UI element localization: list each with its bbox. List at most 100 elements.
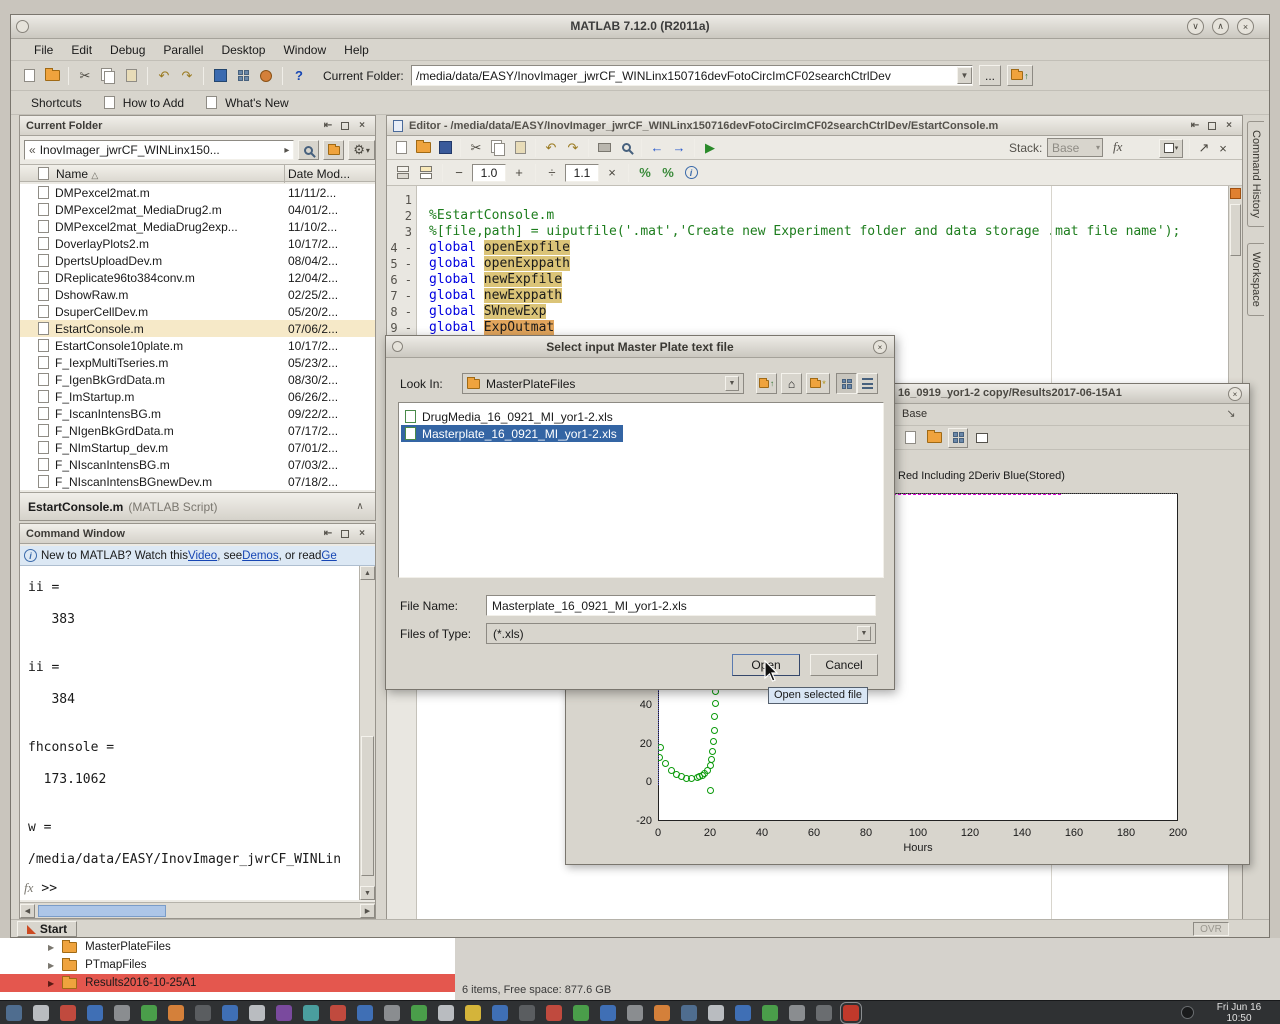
code-line[interactable]: [429, 192, 1228, 208]
code-line[interactable]: global openExpfile: [429, 240, 1228, 256]
menu-desktop[interactable]: Desktop: [212, 39, 274, 60]
new-document-button[interactable]: [391, 138, 411, 158]
tray-icon[interactable]: [1181, 1006, 1194, 1019]
shortcut-how-to-add[interactable]: How to Add: [123, 96, 184, 110]
search-button[interactable]: [298, 140, 319, 160]
code-line[interactable]: %EstartConsole.m: [429, 208, 1228, 224]
file-row[interactable]: DsuperCellDev.m05/20/2...: [20, 303, 375, 320]
cell-divider-icon[interactable]: [416, 163, 436, 183]
back-button[interactable]: ←: [647, 138, 667, 158]
evaluate-cell-icon[interactable]: %: [658, 163, 678, 183]
scrollbar-thumb[interactable]: [361, 736, 374, 876]
new-script-button[interactable]: [19, 66, 39, 86]
taskbar-icon[interactable]: [303, 1005, 319, 1021]
expand-triangle-icon[interactable]: ▶: [48, 943, 54, 952]
shortcuts-label[interactable]: Shortcuts: [31, 96, 82, 110]
code-line[interactable]: %[file,path] = uiputfile('.mat','Create …: [429, 224, 1228, 240]
file-row[interactable]: DshowRaw.m02/25/2...: [20, 286, 375, 303]
dialog-file-list[interactable]: DrugMedia_16_0921_MI_yor1-2.xlsMasterpla…: [398, 402, 884, 578]
dock-figure-icon[interactable]: ↘: [1224, 407, 1238, 420]
taskbar-icon[interactable]: [546, 1005, 562, 1021]
video-link[interactable]: Video: [188, 550, 217, 562]
layout-button[interactable]: ▾: [1159, 139, 1183, 158]
subplot-grid-icon[interactable]: [948, 428, 968, 448]
multiply-value-button[interactable]: ×: [602, 163, 622, 183]
matlab-titlebar[interactable]: MATLAB 7.12.0 (R2011a) ∨ ∧ ×: [11, 15, 1269, 39]
cell-value-field-2[interactable]: 1.1: [565, 164, 599, 182]
taskbar-icon[interactable]: [708, 1005, 724, 1021]
file-row[interactable]: F_NIscanIntensBG.m07/03/2...: [20, 456, 375, 473]
file-row[interactable]: F_IexpMultiTseries.m05/23/2...: [20, 354, 375, 371]
home-button[interactable]: ⌂: [781, 373, 802, 394]
paste-button[interactable]: [121, 66, 141, 86]
dock-left-icon[interactable]: ⇤: [321, 120, 335, 131]
file-row[interactable]: EstartConsole10plate.m10/17/2...: [20, 337, 375, 354]
taskbar-icon[interactable]: [168, 1005, 184, 1021]
fm-folder-row[interactable]: ▶MasterPlateFiles: [0, 938, 455, 956]
paste-button[interactable]: [510, 138, 530, 158]
look-in-dropdown-arrow[interactable]: ▼: [725, 376, 739, 391]
taskbar-icon[interactable]: [87, 1005, 103, 1021]
copy-button[interactable]: [488, 138, 508, 158]
open-file-button[interactable]: [42, 66, 62, 86]
close-panel-icon[interactable]: ×: [1222, 120, 1236, 131]
dock-left-icon[interactable]: ⇤: [1188, 120, 1202, 131]
column-divider[interactable]: [284, 165, 285, 183]
decrease-value-button[interactable]: −: [449, 163, 469, 183]
file-row[interactable]: F_NImStartup_dev.m07/01/2...: [20, 439, 375, 456]
date-column-header[interactable]: Date Mod...: [288, 167, 350, 181]
profiler-button[interactable]: [256, 66, 276, 86]
mlint-indicator[interactable]: [1230, 188, 1241, 199]
run-button[interactable]: ▶: [700, 138, 720, 158]
name-column-header[interactable]: Name △: [56, 167, 98, 181]
scroll-down-arrow[interactable]: ▼: [360, 886, 375, 900]
minimize-button[interactable]: ∨: [1187, 18, 1204, 35]
current-folder-path-combo[interactable]: /media/data/EASY/InovImager_jwrCF_WINLin…: [411, 65, 973, 86]
close-panel-icon[interactable]: ×: [355, 528, 369, 539]
maximize-panel-icon[interactable]: [341, 530, 349, 538]
up-one-folder-button[interactable]: ↑: [1007, 65, 1033, 86]
file-row[interactable]: DMPexcel2mat_MediaDrug2exp...11/10/2...: [20, 218, 375, 235]
close-panel-icon[interactable]: ×: [355, 120, 369, 131]
breadcrumb-expand-icon[interactable]: ▸: [284, 145, 289, 156]
close-figure-button[interactable]: ×: [1228, 387, 1242, 401]
file-row[interactable]: DpertsUploadDev.m08/04/2...: [20, 252, 375, 269]
file-row[interactable]: DReplicate96to384conv.m12/04/2...: [20, 269, 375, 286]
command-window-header[interactable]: Command Window ⇤ ×: [20, 524, 375, 544]
taskbar-icon[interactable]: [573, 1005, 589, 1021]
publish-cell-icon[interactable]: %: [635, 163, 655, 183]
dock-left-icon[interactable]: ⇤: [321, 528, 335, 539]
redo-button[interactable]: ↷: [177, 66, 197, 86]
new-folder-button[interactable]: [323, 140, 344, 160]
simulink-button[interactable]: [210, 66, 230, 86]
fx-icon[interactable]: fx: [1113, 139, 1122, 155]
fm-folder-row[interactable]: ▶PTmapFiles: [0, 956, 455, 974]
expand-triangle-icon[interactable]: ▶: [48, 961, 54, 970]
editor-header[interactable]: Editor - /media/data/EASY/InovImager_jwr…: [387, 116, 1242, 136]
current-folder-header[interactable]: Current Folder ⇤ ×: [20, 116, 375, 136]
dialog-file-row[interactable]: DrugMedia_16_0921_MI_yor1-2.xls: [401, 408, 619, 425]
look-in-combo[interactable]: MasterPlateFiles ▼: [462, 373, 744, 394]
taskbar-icon[interactable]: [276, 1005, 292, 1021]
tab-command-history[interactable]: Command History: [1247, 121, 1264, 227]
figure-layout-icon[interactable]: [972, 428, 992, 448]
browse-folder-button[interactable]: ...: [979, 65, 1001, 86]
taskbar-icon[interactable]: [816, 1005, 832, 1021]
file-row[interactable]: F_NIscanIntensBGnewDev.m07/18/2...: [20, 473, 375, 490]
taskbar-icon[interactable]: [60, 1005, 76, 1021]
info-icon[interactable]: i: [681, 163, 701, 183]
scrollbar-thumb[interactable]: [1230, 204, 1241, 256]
file-row[interactable]: EstartConsole.m07/06/2...: [20, 320, 375, 337]
find-button[interactable]: [616, 138, 636, 158]
getting-started-link[interactable]: Ge: [321, 550, 336, 562]
file-row[interactable]: DMPexcel2mat_MediaDrug2.m04/01/2...: [20, 201, 375, 218]
code-line[interactable]: global newExppath: [429, 288, 1228, 304]
path-dropdown-arrow[interactable]: ▼: [957, 67, 972, 84]
scroll-up-arrow[interactable]: ▲: [360, 566, 375, 580]
taskbar-icon[interactable]: [843, 1005, 859, 1021]
taskbar-icon[interactable]: [735, 1005, 751, 1021]
code-line[interactable]: global newExpfile: [429, 272, 1228, 288]
expand-triangle-icon[interactable]: ▶: [48, 979, 54, 988]
fx-hint-button[interactable]: fx: [24, 880, 33, 896]
menu-edit[interactable]: Edit: [62, 39, 101, 60]
